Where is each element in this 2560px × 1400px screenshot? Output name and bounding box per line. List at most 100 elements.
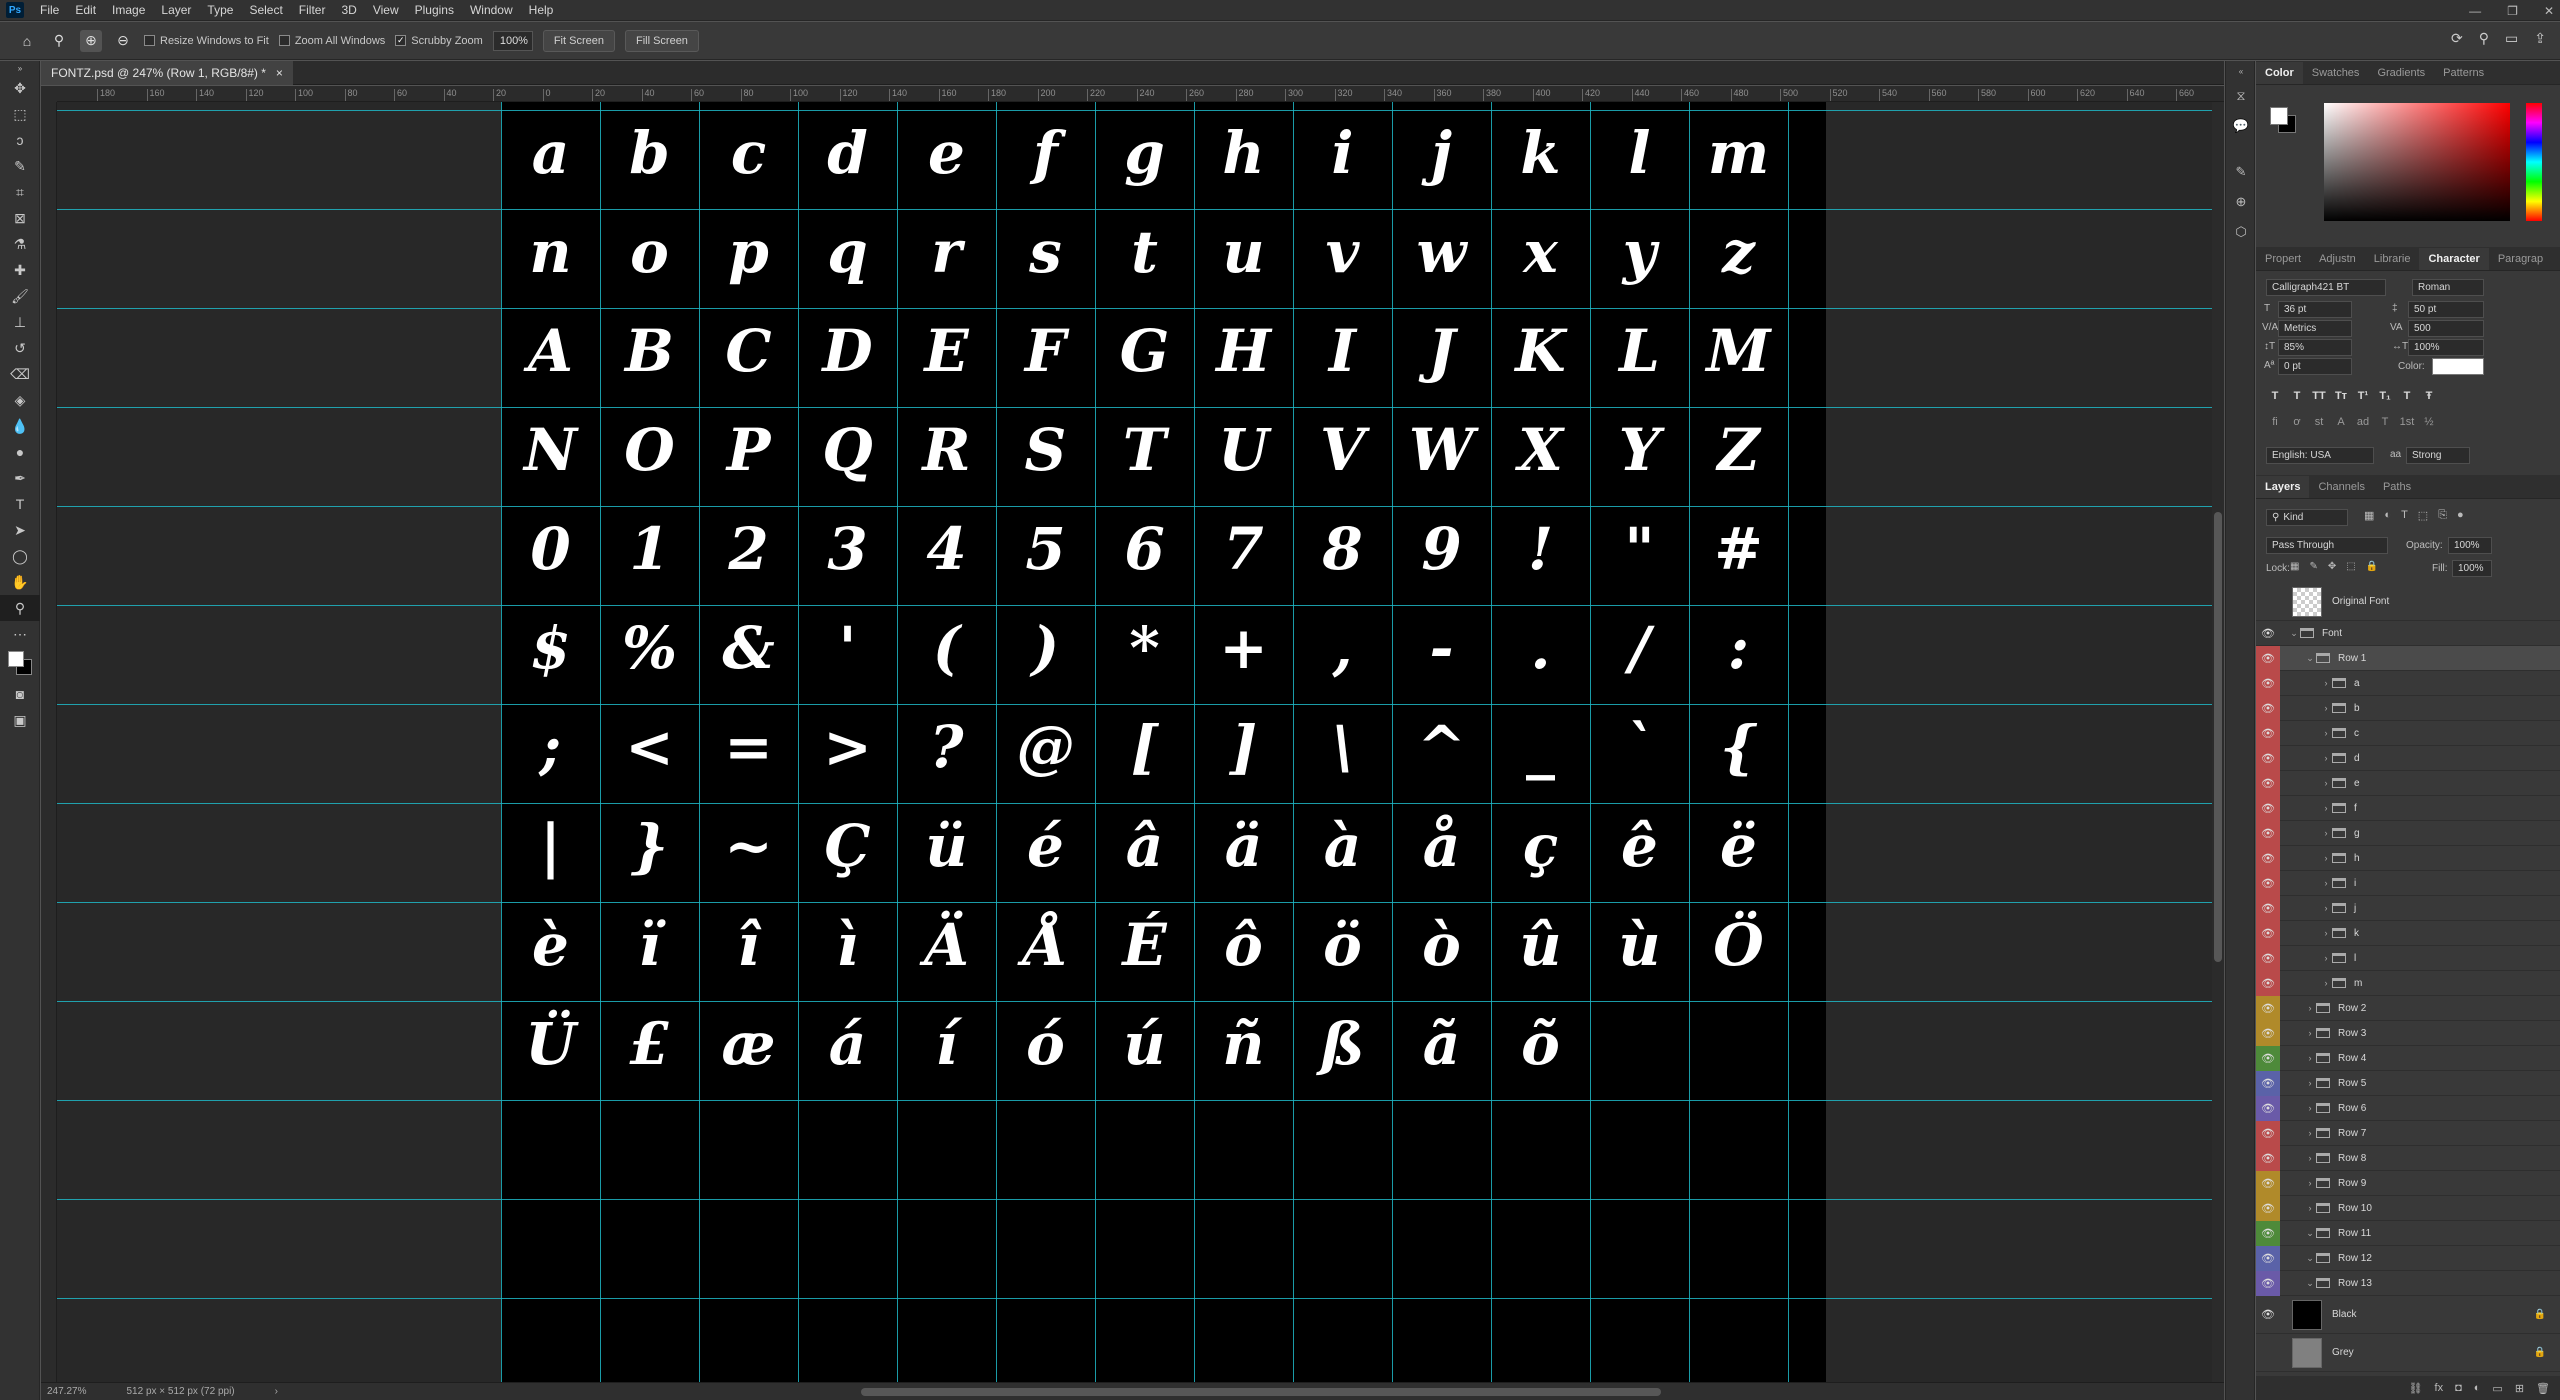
path-select-icon[interactable]: ➤ [0,517,40,543]
layer-row[interactable]: 👁 ⌄ Font [2256,621,2560,646]
tab-librarie[interactable]: Librarie [2365,248,2420,270]
visibility-eye-icon[interactable]: 👁 [2256,1095,2280,1121]
visibility-eye-icon[interactable]: 👁 [2256,645,2280,671]
layer-row[interactable]: 👁 › Row 4 [2256,1045,2560,1071]
expand-arrow-icon[interactable]: › [2320,853,2332,863]
opentype-button[interactable]: A [2332,413,2350,431]
paint-bucket-icon[interactable]: ◈ [0,387,40,413]
visibility-eye-icon[interactable]: 👁 [2256,1045,2280,1071]
zoom-percent-field[interactable]: 100% [492,30,533,51]
font-style-select[interactable]: Roman [2412,279,2484,296]
menu-filter[interactable]: Filter [291,3,334,17]
expand-arrow-icon[interactable]: › [2320,953,2332,963]
type-style-button[interactable]: TT [2310,387,2328,405]
lock-position-icon[interactable]: ✥ [2328,561,2336,572]
lock-artboard-icon[interactable]: ⬚ [2346,561,2355,572]
3d-panel-icon[interactable]: ⬡ [2226,217,2256,247]
visibility-eye-icon[interactable] [2256,583,2280,621]
expand-arrow-icon[interactable]: › [2320,878,2332,888]
opentype-button[interactable]: ½ [2420,413,2438,431]
foreground-color-swatch[interactable] [8,651,24,667]
color-swatches[interactable] [0,647,40,681]
zoom-tool-icon[interactable]: ⚲ [0,595,40,621]
clone-source-icon[interactable]: ⊕ [2226,187,2256,217]
horizontal-guide[interactable] [57,605,2212,606]
visibility-eye-icon[interactable]: 👁 [2256,1020,2280,1046]
layer-row[interactable]: 👁 › f [2256,795,2560,821]
kerning-field[interactable]: Metrics [2278,320,2352,337]
workspace-icon[interactable]: ▭ [2505,30,2518,47]
crop-tool-icon[interactable]: ⌗ [0,179,40,205]
opacity-field[interactable]: 100% [2448,537,2492,554]
menu-type[interactable]: Type [199,3,241,17]
opentype-button[interactable]: ﬁ [2266,413,2284,431]
vertical-scale-field[interactable]: 85% [2278,339,2352,356]
expand-arrow-icon[interactable]: › [2320,778,2332,788]
share-icon[interactable]: ⟳ [2451,30,2463,47]
visibility-eye-icon[interactable]: 👁 [2256,1120,2280,1146]
type-style-button[interactable]: Tт [2332,387,2350,405]
horizontal-guide[interactable] [57,902,2212,903]
status-menu-arrow[interactable]: › [275,1386,278,1397]
ellipse-tool-icon[interactable]: ◯ [0,543,40,569]
hand-tool-icon[interactable]: ✋ [0,569,40,595]
blur-tool-icon[interactable]: 💧 [0,413,40,439]
visibility-eye-icon[interactable]: 👁 [2256,945,2280,971]
expand-arrow-icon[interactable]: › [2320,828,2332,838]
new-layer-icon[interactable]: ⊞ [2515,1382,2524,1395]
layer-row[interactable]: 👁 › d [2256,745,2560,771]
expand-arrow-icon[interactable]: ⌄ [2288,628,2300,639]
visibility-eye-icon[interactable]: 👁 [2256,745,2280,771]
vertical-ruler[interactable] [41,102,57,1382]
visibility-eye-icon[interactable]: 👁 [2256,1070,2280,1096]
tab-paragrap[interactable]: Paragrap [2489,248,2552,270]
layer-row[interactable]: 👁 › k [2256,920,2560,946]
expand-arrow-icon[interactable]: › [2320,678,2332,688]
quick-select-tool-icon[interactable]: ✎ [0,153,40,179]
expand-arrow-icon[interactable]: ⌄ [2304,653,2316,664]
eyedropper-tool-icon[interactable]: ⚗ [0,231,40,257]
document-tab[interactable]: FONTZ.psd @ 247% (Row 1, RGB/8#) * × [41,61,293,85]
history-brush-icon[interactable]: ↺ [0,335,40,361]
horizontal-guide[interactable] [57,209,2212,210]
menu-image[interactable]: Image [104,3,153,17]
expand-panels-icon[interactable]: « [2226,61,2256,81]
baseline-shift-field[interactable]: 0 pt [2278,358,2352,375]
lock-transparent-icon[interactable]: ▦ [2290,561,2299,572]
horizontal-scale-field[interactable]: 100% [2408,339,2484,356]
expand-arrow-icon[interactable]: › [2320,703,2332,713]
visibility-eye-icon[interactable]: 👁 [2256,970,2280,996]
tab-patterns[interactable]: Patterns [2434,62,2493,84]
menu-plugins[interactable]: Plugins [407,3,462,17]
horizontal-guide[interactable] [57,1199,2212,1200]
minimize-button[interactable]: — [2469,4,2481,18]
blend-mode-select[interactable]: Pass Through [2266,537,2388,554]
tab-gradients[interactable]: Gradients [2368,62,2434,84]
layer-row[interactable]: 👁 › a [2256,670,2560,696]
history-icon[interactable]: ⧖ [2226,81,2256,111]
layer-row[interactable]: 👁 › Row 6 [2256,1095,2560,1121]
home-icon[interactable]: ⌂ [16,30,38,52]
type-style-button[interactable]: T₁ [2376,387,2394,405]
tracking-field[interactable]: 500 [2408,320,2484,337]
expand-arrow-icon[interactable]: › [2320,928,2332,938]
visibility-eye-icon[interactable]: 👁 [2256,1270,2280,1296]
layer-row[interactable]: 👁 › b [2256,695,2560,721]
move-tool-icon[interactable]: ✥ [0,75,40,101]
text-color-swatch[interactable] [2432,358,2484,375]
brush-tool-icon[interactable]: 🖌 [0,283,40,309]
layer-row[interactable]: 👁 › g [2256,820,2560,846]
horizontal-guide[interactable] [57,1298,2212,1299]
expand-arrow-icon[interactable]: › [2304,1178,2316,1188]
horizontal-guide[interactable] [57,110,2212,111]
expand-arrow-icon[interactable]: › [2320,978,2332,988]
zoom-all-windows-checkbox[interactable]: Zoom All Windows [278,35,385,47]
marquee-tool-icon[interactable]: ⬚ [0,101,40,127]
dodge-tool-icon[interactable]: ● [0,439,40,465]
layer-row[interactable]: 👁 › c [2256,720,2560,746]
expand-arrow-icon[interactable]: › [2304,1103,2316,1113]
visibility-eye-icon[interactable]: 👁 [2256,1145,2280,1171]
pixel-filter-icon[interactable]: ▦ [2364,509,2374,522]
zoom-level[interactable]: 247.27% [47,1386,86,1397]
horizontal-guide[interactable] [57,308,2212,309]
